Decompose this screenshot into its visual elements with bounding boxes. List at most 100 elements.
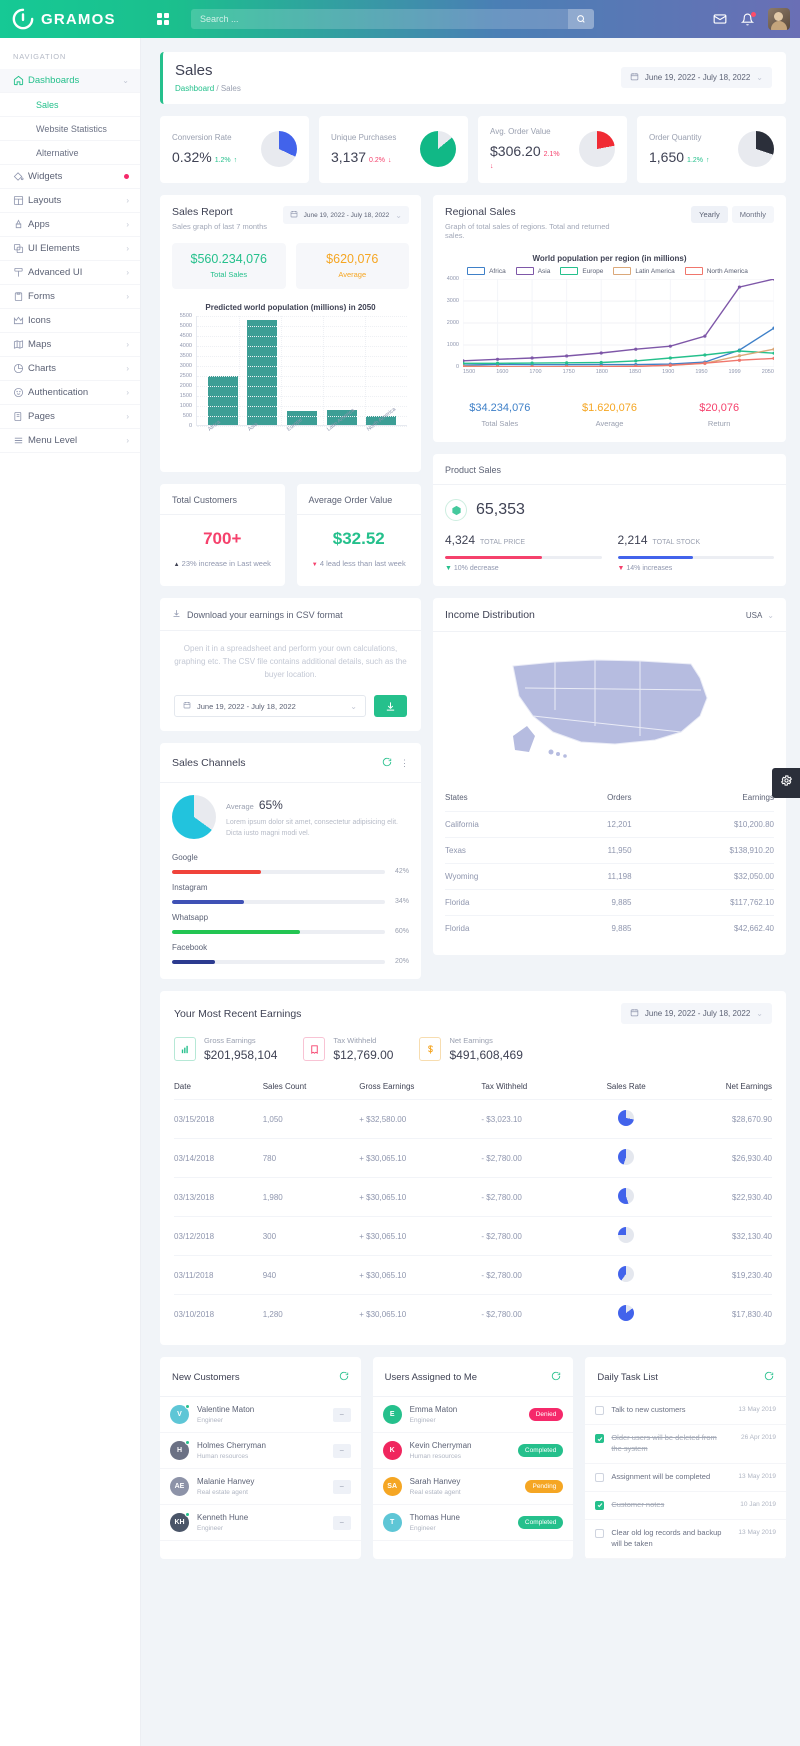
tab-monthly[interactable]: Monthly [731,206,774,223]
sidebar-subitem-sales[interactable]: Sales [0,93,140,117]
kpi-value: $491,608,469 [449,1048,523,1063]
sidebar-item-authentication[interactable]: Authentication › [0,381,140,405]
list-item[interactable]: V Valentine Maton Engineer − [160,1397,361,1434]
sales-report-date-picker[interactable]: June 19, 2022 - July 18, 2022 ⌄ [282,206,409,224]
sidebar-item-widgets[interactable]: Widgets [0,165,140,189]
search-bar[interactable] [191,9,594,29]
card-title: Total Customers [160,484,285,515]
sidebar-item-layouts[interactable]: Layouts › [0,189,140,213]
menu-icon [13,435,28,446]
csv-download-button[interactable] [374,695,407,718]
task-checkbox[interactable] [595,1406,605,1416]
cell-gross: + $30,065.10 [359,1138,482,1178]
cell-sales-count: 1,280 [262,1294,360,1334]
sidebar-subitem-website-statistics[interactable]: Website Statistics [0,117,140,141]
y-tick: 4000 [446,276,459,282]
grid-line [197,386,407,387]
kpi-donut-chart [261,130,297,167]
kpi-donut-chart [738,130,774,167]
online-indicator [185,1440,190,1446]
sidebar-item-pages[interactable]: Pages › [0,405,140,429]
table-row: 03/14/2018 780 + $30,065.10- $2,780.00 $26,… [174,1138,772,1178]
remove-button[interactable]: − [332,1443,351,1458]
kpi-card-conversion-rate[interactable]: Conversion Rate 0.32% 1.2% ↑ [160,116,309,183]
sales-rate-donut [618,1266,635,1283]
task-checkbox[interactable] [595,1434,605,1444]
trend-arrow: ▼ [617,565,625,572]
list-item[interactable]: Talk to new customers 13 May 2019 [585,1397,787,1426]
tab-yearly[interactable]: Yearly [691,206,728,223]
refresh-icon[interactable] [551,1368,561,1386]
sidebar-item-menu-level[interactable]: Menu Level › [0,429,140,453]
average-value: 65% [258,797,283,812]
sidebar-item-icons[interactable]: Icons [0,309,140,333]
csv-header: Download your earnings in CSV format [160,598,421,631]
card-title: Users Assigned to Me [384,1371,478,1383]
sidebar-item-apps[interactable]: Apps › [0,213,140,237]
apps-grid-icon[interactable] [157,13,169,25]
person-name: Emma Maton [409,1405,458,1415]
cell-orders: 9,885 [553,915,632,941]
kpi-card-avg-order-value[interactable]: Avg. Order Value $306.20 2.1% ↓ [478,116,627,183]
y-tick: 4500 [179,333,192,339]
settings-tab[interactable] [772,768,800,798]
sidebar-item-advanced-ui[interactable]: Advanced UI › [0,261,140,285]
sidebar-item-maps[interactable]: Maps › [0,333,140,357]
sidebar-item-ui-elements[interactable]: UI Elements › [0,237,140,261]
csv-date-range-picker[interactable]: June 19, 2022 - July 18, 2022 ⌄ [174,695,366,718]
list-item[interactable]: Clear old log records and backup will be… [585,1520,787,1559]
remove-button[interactable]: − [332,1407,351,1422]
remove-button[interactable]: − [332,1515,351,1530]
user-avatar[interactable] [768,8,790,30]
envelope-icon[interactable] [713,12,727,26]
sidebar-subitem-label: Alternative [36,147,79,158]
legend-label: Europe [582,267,604,275]
y-tick: 5500 [179,313,192,319]
list-item[interactable]: H Holmes Cherryman Human resources − [160,1433,361,1470]
brand[interactable]: GRAMOS [0,8,141,30]
list-item[interactable]: KH Kenneth Hune Engineer − [160,1505,361,1542]
sidebar-item-dashboards[interactable]: Dashboards ⌄ [0,69,140,93]
metric-label: TOTAL STOCK [652,539,701,546]
earnings-date-range-picker[interactable]: June 19, 2022 - July 18, 2022 ⌄ [620,1003,772,1025]
page-date-range-picker[interactable]: June 19, 2022 - July 18, 2022 ⌄ [620,67,772,88]
earnings-table: Date Sales Count Gross Earnings Tax With… [160,1068,786,1345]
cell-sales-rate [582,1294,670,1334]
search-icon[interactable] [568,9,594,29]
breadcrumb-root[interactable]: Dashboard [175,84,214,93]
recent-earnings-card: Your Most Recent Earnings June 19, 2022 … [160,991,786,1346]
bell-icon[interactable] [741,11,756,26]
sidebar-item-charts[interactable]: Charts › [0,357,140,381]
list-item[interactable]: K Kevin Cherryman Human resources Completed [372,1433,574,1470]
list-item[interactable]: Customer notes 10 Jan 2019 [585,1492,787,1520]
sidebar-subitem-alternative[interactable]: Alternative [0,141,140,165]
kpi-card-order-quantity[interactable]: Order Quantity 1,650 1.2% ↑ [637,116,786,183]
refresh-icon[interactable] [339,1368,349,1386]
y-tick: 500 [182,413,192,419]
kpi-card-unique-purchases[interactable]: Unique Purchases 3,137 0.2% ↓ [319,116,468,183]
map-icon [13,339,28,350]
list-item[interactable]: AE Malanie Hanvey Real estate agent − [160,1469,361,1506]
person-name: Holmes Cherryman [197,1441,266,1451]
search-input[interactable] [191,14,568,24]
more-vertical-icon[interactable]: ⋮ [400,759,409,768]
sidebar-item-forms[interactable]: Forms › [0,285,140,309]
list-item[interactable]: Assignment will be completed 13 May 2019 [585,1464,787,1492]
metric-progress-bar [445,556,602,559]
task-checkbox[interactable] [595,1528,605,1538]
refresh-icon[interactable] [764,1368,774,1386]
task-checkbox[interactable] [595,1500,605,1510]
column-header-earnings: Earnings [742,793,774,802]
list-item[interactable]: E Emma Maton Engineer Denied [372,1397,574,1434]
sales-channels-actions: ⋮ [382,754,409,772]
list-item[interactable]: SA Sarah Hanvey Real estate agent Pending [372,1469,574,1506]
metric-progress-bar [617,556,774,559]
daily-task-header: Daily Task List [585,1357,787,1398]
list-item[interactable]: Older users will be deleted from the sys… [585,1425,787,1465]
task-checkbox[interactable] [595,1473,605,1483]
region-select[interactable]: USA ⌄ [746,611,774,620]
list-item[interactable]: T Thomas Hune Engineer Completed [372,1505,574,1542]
refresh-icon[interactable] [382,754,392,772]
y-tick: 3000 [179,363,192,369]
remove-button[interactable]: − [332,1479,351,1494]
